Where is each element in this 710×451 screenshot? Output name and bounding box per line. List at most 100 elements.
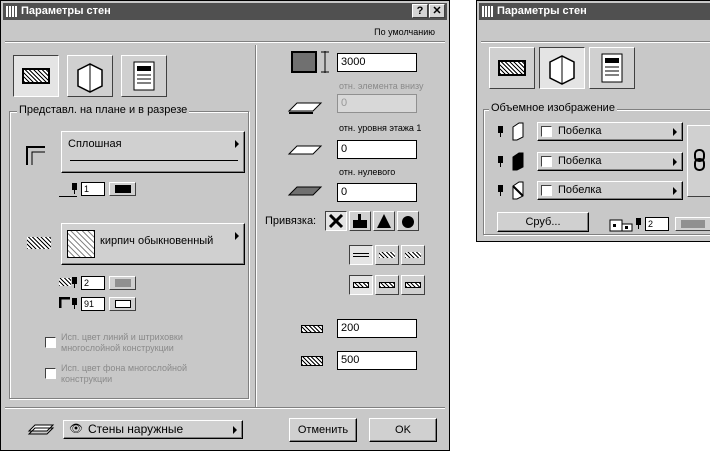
pen-field[interactable]: 2 <box>645 217 669 231</box>
use-color-lines-checkbox[interactable] <box>45 337 56 348</box>
layers-icon <box>27 424 55 435</box>
material-3-checkbox[interactable] <box>541 185 552 196</box>
fill-pen-color[interactable] <box>109 276 136 290</box>
anchor-center-button[interactable] <box>373 211 395 231</box>
line-corner-icon <box>26 146 45 165</box>
fill-hatch-icon <box>27 237 51 249</box>
anchor-center-icon <box>377 214 391 228</box>
eye-icon: 👁 <box>69 423 83 435</box>
building-icon <box>609 219 633 232</box>
rel-zero-label: отн. нулевого <box>339 167 396 177</box>
tab-list-icon[interactable] <box>121 55 167 97</box>
anchor-top-button[interactable] <box>397 211 419 231</box>
line-pen-field[interactable]: 1 <box>81 182 105 196</box>
floor-offset-field[interactable]: 0 <box>337 140 417 159</box>
zero-plate-icon <box>287 186 323 196</box>
base-plate-icon <box>287 102 323 114</box>
wall-polygon-icon <box>405 282 421 288</box>
wall-trapezoid-button[interactable] <box>375 275 399 295</box>
fill-pen-field[interactable]: 2 <box>81 276 105 290</box>
material-3-value: Побелка <box>558 184 602 196</box>
ok-button[interactable]: OK <box>369 418 437 442</box>
material-2-checkbox[interactable] <box>541 156 552 167</box>
use-bg-color-checkbox[interactable] <box>45 368 56 379</box>
ref-line-icon <box>353 253 369 257</box>
wall-settings-dialog: Параметры стен ? ✕ По умолчанию Представ… <box>0 0 450 451</box>
use-color-lines-label: Исп. цвет линий и штриховки многослойной… <box>61 332 183 353</box>
pen-icon <box>71 277 78 288</box>
pen-icon <box>71 298 78 309</box>
floor-plate-icon <box>287 145 323 155</box>
ref-line-center-button[interactable] <box>375 245 399 265</box>
chevron-right-icon <box>673 187 677 195</box>
anchor-top-icon <box>402 216 414 228</box>
app-icon <box>482 6 494 17</box>
height2-field[interactable]: 500 <box>337 351 417 370</box>
ref-line-icon <box>405 252 421 258</box>
line-type-value: Сплошная <box>68 138 122 150</box>
pen-icon <box>635 218 642 229</box>
tab-3d-icon[interactable] <box>67 55 113 97</box>
anchor-label: Привязка: <box>265 215 317 227</box>
thickness-icon <box>301 325 323 333</box>
layer-value: Стены наружные <box>88 422 184 436</box>
material-3-popup[interactable]: Побелка <box>537 181 683 200</box>
tab-3d-icon[interactable] <box>539 47 585 89</box>
ref-line-inside-button[interactable] <box>401 245 425 265</box>
x-cross-icon <box>328 213 344 229</box>
bg-pen-field[interactable]: 91 <box>81 297 105 311</box>
height-field[interactable]: 3000 <box>337 53 417 72</box>
help-button[interactable]: ? <box>412 4 428 18</box>
wall-straight-button[interactable] <box>349 275 373 295</box>
zero-offset-field[interactable]: 0 <box>337 183 417 202</box>
tab-list-icon[interactable] <box>589 47 635 89</box>
offset-below-field[interactable]: 0 <box>337 94 417 113</box>
material-1-checkbox[interactable] <box>541 126 552 137</box>
fill-type-value: кирпич обыкновенный <box>100 235 214 247</box>
anchor-bottom-icon <box>353 214 367 228</box>
3d-group-title: Объемное изображение <box>489 102 617 114</box>
document-list-icon <box>133 61 155 91</box>
anchor-none-button[interactable] <box>325 211 347 231</box>
tab-plan-icon[interactable] <box>489 47 535 89</box>
brush-icon <box>497 126 504 137</box>
height2-icon <box>301 356 323 366</box>
pane-separator <box>255 45 257 407</box>
line-pen-color[interactable] <box>109 182 136 196</box>
chevron-right-icon <box>673 158 677 166</box>
wall-polygon-button[interactable] <box>401 275 425 295</box>
tab-plan-icon[interactable] <box>13 55 59 97</box>
brush-icon <box>497 185 504 196</box>
wall-edge-icon <box>512 181 524 200</box>
wall-plan-icon <box>22 68 50 84</box>
link-materials-button[interactable] <box>687 125 710 197</box>
color-swatch <box>115 185 131 193</box>
ref-line-outside-button[interactable] <box>349 245 373 265</box>
bg-pen-color[interactable] <box>109 297 136 311</box>
title-bar: Параметры стен <box>479 3 710 20</box>
close-button[interactable]: ✕ <box>429 4 445 18</box>
material-2-value: Побелка <box>558 155 602 167</box>
fill-type-popup[interactable]: кирпич обыкновенный <box>61 223 245 265</box>
wall-face-icon <box>512 122 524 141</box>
wall-3d-icon <box>549 55 575 85</box>
wall-settings-dialog-3d: Параметры стен Объемное изображение Побе… <box>476 0 710 242</box>
log-button[interactable]: Сруб... <box>497 212 589 232</box>
top-separator <box>5 41 445 43</box>
wall-straight-icon <box>353 282 369 288</box>
color-swatch <box>115 279 131 287</box>
material-1-popup[interactable]: Побелка <box>537 122 683 141</box>
material-2-popup[interactable]: Побелка <box>537 152 683 171</box>
cancel-button[interactable]: Отменить <box>289 418 357 442</box>
anchor-bottom-button[interactable] <box>349 211 371 231</box>
fill-preview <box>67 230 95 258</box>
thickness-field[interactable]: 200 <box>337 319 417 338</box>
wall-plan-icon <box>498 60 526 76</box>
height-arrow-icon <box>321 51 329 73</box>
window-title: Параметры стен <box>21 5 111 17</box>
layer-popup[interactable]: 👁 Стены наружные <box>63 420 243 439</box>
line-type-popup[interactable]: Сплошная <box>61 131 245 173</box>
pen-color[interactable] <box>675 217 710 231</box>
fill-pen-hatch-icon <box>59 278 71 286</box>
chevron-right-icon <box>673 128 677 136</box>
